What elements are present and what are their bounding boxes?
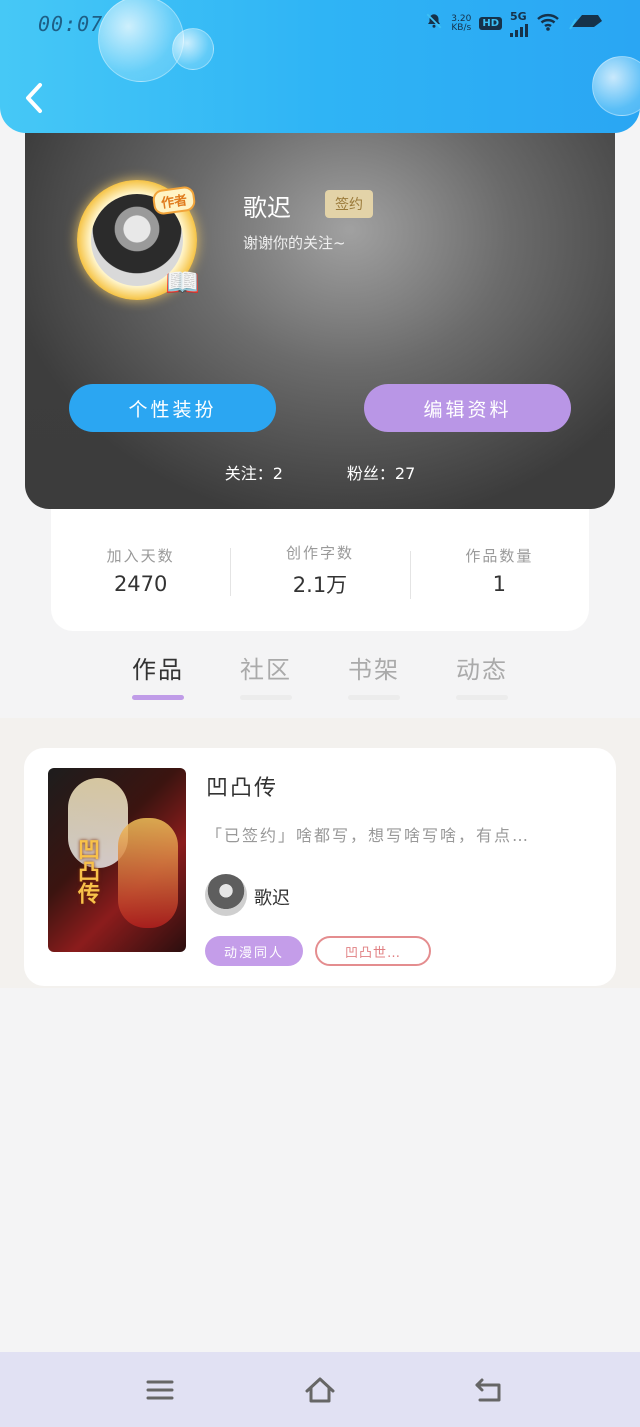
personalize-button[interactable]: 个性装扮 [69,384,276,432]
status-time: 00:07 [38,12,104,36]
book-title[interactable]: 凹凸传 [206,770,278,802]
stat-value: 2.1万 [292,572,348,597]
profile-tabs: 作品 社区 书架 动态 [104,650,536,700]
stat-label: 加入天数 [106,546,175,565]
stat-label: 作品数量 [465,546,534,565]
tag-topic[interactable]: 凹凸世… [315,936,431,966]
tab-community[interactable]: 社区 [212,650,320,700]
tab-label: 作品 [132,656,184,684]
menu-icon [146,1380,174,1400]
book-cover[interactable]: 凹凸传 [48,768,186,952]
menu-button[interactable] [142,1372,178,1408]
network-speed: 3.20 KB/s [451,14,472,33]
tab-label: 社区 [240,656,292,684]
book-icon: 📖 [165,266,200,299]
signed-badge: 签约 [325,190,373,218]
tag-category[interactable]: 动漫同人 [205,936,303,966]
bell-off-icon [425,12,443,35]
followers-count[interactable]: 粉丝：27 [347,460,415,484]
cover-art [118,818,178,928]
stat-label: 创作字数 [285,543,354,562]
decor-bubble [172,28,214,70]
back-arrow-icon [475,1378,501,1402]
network-type: 5G [510,10,527,23]
stat-works-count: 作品数量 1 [409,545,589,599]
stat-join-days: 加入天数 2470 [51,545,230,596]
stat-word-count: 创作字数 2.1万 [230,542,409,599]
cover-title: 凹凸传 [74,838,99,904]
decor-bubble [592,56,640,116]
author-name[interactable]: 歌迟 [254,884,290,910]
tab-indicator [132,695,184,700]
stat-value: 1 [492,571,506,596]
book-description: 「已签约」啥都写，想写啥写啥，有点… [206,826,531,845]
tab-label: 动态 [456,656,508,684]
tab-label: 书架 [348,656,400,684]
back-button[interactable] [22,80,52,116]
author-avatar[interactable] [205,874,247,916]
follow-stats: 关注：2 粉丝：27 [25,460,615,484]
system-nav-bar [0,1352,640,1427]
user-bio: 谢谢你的关注~ [243,234,346,252]
tab-indicator [240,695,292,700]
home-button[interactable] [302,1372,338,1408]
stats-panel: 加入天数 2470 创作字数 2.1万 作品数量 1 [51,509,589,631]
signal-indicator: 5G [510,10,528,37]
speed-unit: KB/s [451,22,472,33]
stat-value: 2470 [113,571,168,596]
edit-profile-button[interactable]: 编辑资料 [364,384,571,432]
signal-bars-icon [510,23,528,37]
tab-indicator [348,695,400,700]
status-icons: 3.20 KB/s HD 5G [425,10,604,37]
wifi-icon [536,12,560,36]
username: 歌迟 [243,194,291,222]
top-header: 00:07 3.20 KB/s HD 5G [0,0,640,133]
tab-indicator [456,695,508,700]
following-count[interactable]: 关注：2 [225,460,283,484]
profile-card: 作者 📖 歌迟 签约 谢谢你的关注~ 个性装扮 编辑资料 关注：2 粉丝：27 [25,110,615,509]
book-card[interactable]: 凹凸传 凹凸传 「已签约」啥都写，想写啥写啥，有点… 歌迟 动漫同人 凹凸世… [24,748,616,986]
back-nav-button[interactable] [470,1372,506,1408]
battery-icon [568,11,604,36]
author-avatar-frame[interactable]: 作者 📖 [77,180,200,300]
tab-activity[interactable]: 动态 [428,650,536,700]
decor-bubble [98,0,184,82]
chevron-left-icon [26,83,42,113]
hd-badge: HD [479,17,502,30]
tab-bookshelf[interactable]: 书架 [320,650,428,700]
home-icon [305,1377,335,1403]
tab-works[interactable]: 作品 [104,650,212,700]
